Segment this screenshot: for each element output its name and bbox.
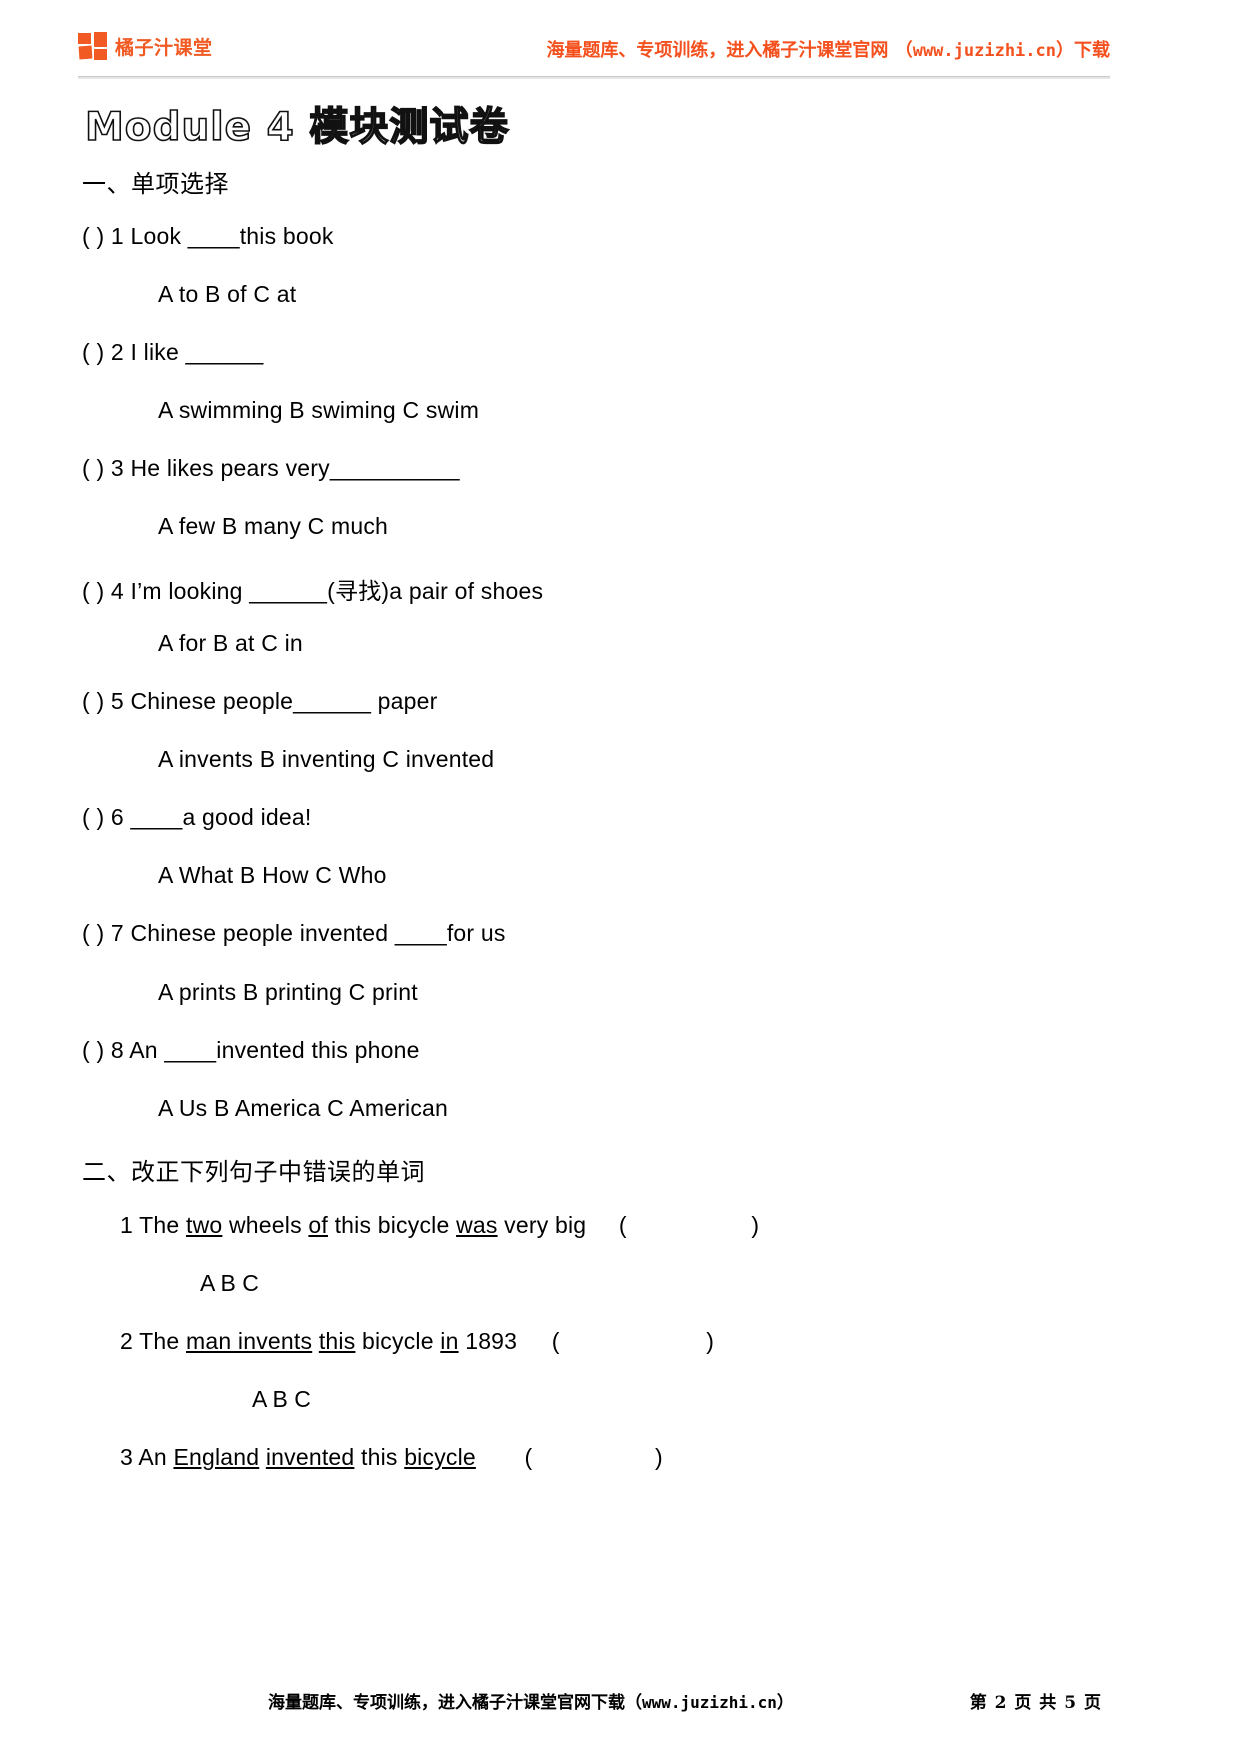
question-1-options: A to B of C at — [158, 281, 297, 307]
item-3-underline-c: bicycle — [404, 1444, 476, 1470]
item-2-mid-1 — [312, 1328, 319, 1354]
item-3-mid-2: this — [354, 1444, 405, 1470]
page-total: 5 — [1064, 1693, 1078, 1713]
question-6-options: A What B How C Who — [158, 862, 387, 888]
document-page: 橘子汁课堂 海量题库、专项训练，进入橘子汁课堂官网 （www.juzizhi.c… — [0, 0, 1240, 1754]
page-title: Module 4 模块测试卷 — [84, 104, 510, 151]
header-divider — [78, 76, 1110, 79]
question-4-stem: ( ) 4 I’m looking ______(寻找)a pair of sh… — [82, 578, 544, 604]
question-2-options: A swimming B swiming C swim — [158, 397, 480, 423]
question-7-options: A prints B printing C print — [158, 979, 418, 1005]
promo-prefix: 海量题库、专项训练，进入橘子汁课堂官网 （ — [546, 40, 913, 61]
item-3-answer-paren-open[interactable]: ( — [524, 1444, 532, 1470]
item-1-mid-1: wheels — [222, 1212, 309, 1238]
question-8-options: A Us B America C American — [158, 1095, 449, 1121]
item-1-marks: A B C — [200, 1270, 259, 1296]
item-3-number: 3 An — [120, 1444, 174, 1470]
question-5-options: A invents B inventing C invented — [158, 746, 495, 772]
item-1-underline-a: two — [186, 1212, 223, 1238]
page-number: 第 2 页 共 5 页 — [970, 1688, 1102, 1713]
footer-prefix: 海量题库、专项训练，进入橘子汁课堂官网下载（ — [268, 1693, 642, 1713]
question-4-options: A for B at C in — [158, 630, 303, 656]
promo-suffix: ）下载 — [1056, 40, 1110, 61]
correction-item-1: 1 The two wheels of this bicycle was ver… — [120, 1212, 759, 1239]
question-5-stem: ( ) 5 Chinese people______ paper — [82, 688, 438, 714]
brand-name: 橘子汁课堂 — [115, 36, 213, 59]
footer-url: www.juzizhi.cn — [642, 1693, 777, 1712]
footer-promo-text: 海量题库、专项训练，进入橘子汁课堂官网下载（www.juzizhi.cn） — [268, 1688, 794, 1713]
item-1-underline-c: was — [456, 1212, 498, 1238]
question-8-stem: ( ) 8 An ____invented this phone — [82, 1037, 420, 1063]
page-label-suffix: 页 — [1077, 1693, 1102, 1713]
page-label-prefix: 第 — [969, 1693, 995, 1713]
correction-item-3: 3 An England invented this bicycle ( ) — [120, 1444, 663, 1471]
item-2-underline-a: man invents — [186, 1328, 313, 1354]
item-2-answer-paren-open[interactable]: ( — [552, 1328, 560, 1354]
question-3-stem: ( ) 3 He likes pears very__________ — [82, 455, 460, 481]
page-label-middle: 页 共 — [1007, 1693, 1065, 1713]
item-1-number: 1 The — [120, 1212, 186, 1238]
item-1-tail: very big — [497, 1212, 587, 1238]
section-heading-2: 二、改正下列句子中错误的单词 — [82, 1159, 425, 1186]
item-2-mid-2: bicycle — [355, 1328, 441, 1354]
item-2-tail: 1893 — [458, 1328, 518, 1354]
question-2-stem: ( ) 2 I like ______ — [82, 339, 264, 365]
question-6-stem: ( ) 6 ____a good idea! — [82, 804, 312, 830]
item-3-answer-paren-close[interactable]: ) — [655, 1444, 663, 1470]
logo-squares-icon — [78, 32, 108, 60]
item-1-mid-2: this bicycle — [327, 1212, 457, 1238]
question-3-options: A few B many C much — [158, 513, 389, 539]
item-1-answer-paren-open[interactable]: ( — [619, 1212, 627, 1238]
item-3-underline-a: England — [173, 1444, 260, 1470]
page-current: 2 — [994, 1693, 1008, 1713]
item-2-number: 2 The — [120, 1328, 186, 1354]
correction-item-2: 2 The man invents this bicycle in 1893 (… — [120, 1328, 714, 1355]
page-header: 橘子汁课堂 海量题库、专项训练，进入橘子汁课堂官网 （www.juzizhi.c… — [78, 26, 1110, 78]
item-2-underline-c: in — [440, 1328, 459, 1354]
item-2-marks: A B C — [252, 1386, 311, 1412]
brand-logo: 橘子汁课堂 — [78, 32, 213, 60]
item-3-mid-1 — [259, 1444, 266, 1470]
item-2-answer-paren-close[interactable]: ) — [706, 1328, 714, 1354]
question-1-stem: ( ) 1 Look ____this book — [82, 223, 334, 249]
page-footer: 海量题库、专项训练，进入橘子汁课堂官网下载（www.juzizhi.cn） 第 … — [78, 1688, 1110, 1716]
section-heading-1: 一、单项选择 — [82, 171, 229, 198]
question-7-stem: ( ) 7 Chinese people invented ____for us — [82, 920, 506, 946]
header-promo-text: 海量题库、专项训练，进入橘子汁课堂官网 （www.juzizhi.cn）下载 — [546, 36, 1110, 62]
item-3-underline-b: invented — [265, 1444, 355, 1470]
promo-url: www.juzizhi.cn — [912, 41, 1056, 61]
item-2-underline-b: this — [318, 1328, 356, 1354]
footer-suffix: ） — [776, 1693, 794, 1713]
item-1-answer-paren-close[interactable]: ) — [751, 1212, 759, 1238]
item-1-underline-b: of — [308, 1212, 328, 1238]
